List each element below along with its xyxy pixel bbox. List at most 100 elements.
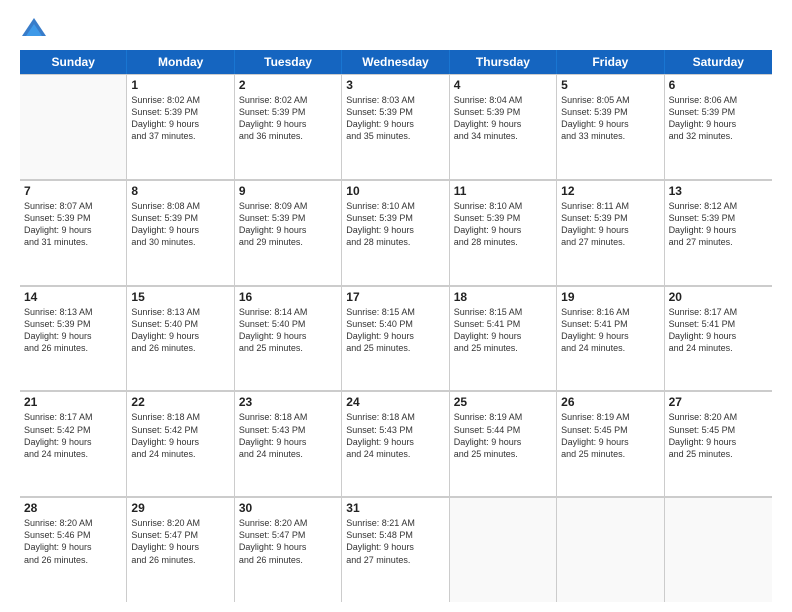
header-day-monday: Monday bbox=[127, 50, 234, 74]
cal-cell: 23Sunrise: 8:18 AM Sunset: 5:43 PM Dayli… bbox=[235, 391, 342, 496]
header-day-tuesday: Tuesday bbox=[235, 50, 342, 74]
cell-info: Sunrise: 8:09 AM Sunset: 5:39 PM Dayligh… bbox=[239, 200, 337, 249]
cell-info: Sunrise: 8:19 AM Sunset: 5:44 PM Dayligh… bbox=[454, 411, 552, 460]
day-number: 6 bbox=[669, 78, 768, 92]
day-number: 23 bbox=[239, 395, 337, 409]
cell-info: Sunrise: 8:07 AM Sunset: 5:39 PM Dayligh… bbox=[24, 200, 122, 249]
cal-cell: 25 Sunrise: 8:19 AM Sunset: 5:44 PM Dayli… bbox=[450, 391, 557, 496]
cell-info: Sunrise: 8:14 AM Sunset: 5:40 PM Dayligh… bbox=[239, 306, 337, 355]
cell-info: Sunrise: 8:05 AM Sunset: 5:39 PM Dayligh… bbox=[561, 94, 659, 143]
cal-cell: 11 Sunrise: 8:10 AM Sunset: 5:39 PM Dayli… bbox=[450, 180, 557, 285]
cell-info: Sunrise: 8:03 AM Sunset: 5:39 PM Dayligh… bbox=[346, 94, 444, 143]
cal-cell: 20Sunrise: 8:17 AM Sunset: 5:41 PM Dayli… bbox=[665, 286, 772, 391]
day-number: 28 bbox=[24, 501, 122, 515]
day-number: 20 bbox=[669, 290, 768, 304]
cal-cell: 1 Sunrise: 8:02 AM Sunset: 5:39 PM Daylig… bbox=[127, 74, 234, 179]
cal-cell: 7 Sunrise: 8:07 AM Sunset: 5:39 PM Daylig… bbox=[20, 180, 127, 285]
calendar-header: SundayMondayTuesdayWednesdayThursdayFrid… bbox=[20, 50, 772, 74]
day-number: 4 bbox=[454, 78, 552, 92]
day-number: 31 bbox=[346, 501, 444, 515]
cal-cell: 14Sunrise: 8:13 AM Sunset: 5:39 PM Dayli… bbox=[20, 286, 127, 391]
cal-cell: 26Sunrise: 8:19 AM Sunset: 5:45 PM Dayli… bbox=[557, 391, 664, 496]
cell-info: Sunrise: 8:20 AM Sunset: 5:47 PM Dayligh… bbox=[131, 517, 229, 566]
cal-cell: 19Sunrise: 8:16 AM Sunset: 5:41 PM Dayli… bbox=[557, 286, 664, 391]
week-row-1: 1 Sunrise: 8:02 AM Sunset: 5:39 PM Daylig… bbox=[20, 74, 772, 180]
day-number: 18 bbox=[454, 290, 552, 304]
cell-info: Sunrise: 8:21 AM Sunset: 5:48 PM Dayligh… bbox=[346, 517, 444, 566]
week-row-3: 14Sunrise: 8:13 AM Sunset: 5:39 PM Dayli… bbox=[20, 286, 772, 392]
header-day-sunday: Sunday bbox=[20, 50, 127, 74]
cal-cell: 27Sunrise: 8:20 AM Sunset: 5:45 PM Dayli… bbox=[665, 391, 772, 496]
cal-cell bbox=[450, 497, 557, 602]
header-day-wednesday: Wednesday bbox=[342, 50, 449, 74]
cell-info: Sunrise: 8:02 AM Sunset: 5:39 PM Dayligh… bbox=[239, 94, 337, 143]
cell-info: Sunrise: 8:08 AM Sunset: 5:39 PM Dayligh… bbox=[131, 200, 229, 249]
cell-info: Sunrise: 8:19 AM Sunset: 5:45 PM Dayligh… bbox=[561, 411, 659, 460]
header-day-saturday: Saturday bbox=[665, 50, 772, 74]
cal-cell: 8 Sunrise: 8:08 AM Sunset: 5:39 PM Daylig… bbox=[127, 180, 234, 285]
cal-cell bbox=[20, 74, 127, 179]
cell-info: Sunrise: 8:15 AM Sunset: 5:40 PM Dayligh… bbox=[346, 306, 444, 355]
cal-cell: 21 Sunrise: 8:17 AM Sunset: 5:42 PM Dayli… bbox=[20, 391, 127, 496]
cal-cell: 29 Sunrise: 8:20 AM Sunset: 5:47 PM Dayli… bbox=[127, 497, 234, 602]
header-day-friday: Friday bbox=[557, 50, 664, 74]
day-number: 21 bbox=[24, 395, 122, 409]
cal-cell: 10 Sunrise: 8:10 AM Sunset: 5:39 PM Dayli… bbox=[342, 180, 449, 285]
page: SundayMondayTuesdayWednesdayThursdayFrid… bbox=[0, 0, 792, 612]
cell-info: Sunrise: 8:20 AM Sunset: 5:46 PM Dayligh… bbox=[24, 517, 122, 566]
day-number: 30 bbox=[239, 501, 337, 515]
cal-cell: 13 Sunrise: 8:12 AM Sunset: 5:39 PM Dayli… bbox=[665, 180, 772, 285]
day-number: 25 bbox=[454, 395, 552, 409]
cal-cell: 9 Sunrise: 8:09 AM Sunset: 5:39 PM Daylig… bbox=[235, 180, 342, 285]
cell-info: Sunrise: 8:17 AM Sunset: 5:42 PM Dayligh… bbox=[24, 411, 122, 460]
cal-cell: 5 Sunrise: 8:05 AM Sunset: 5:39 PM Daylig… bbox=[557, 74, 664, 179]
cell-info: Sunrise: 8:13 AM Sunset: 5:40 PM Dayligh… bbox=[131, 306, 229, 355]
calendar-body: 1 Sunrise: 8:02 AM Sunset: 5:39 PM Daylig… bbox=[20, 74, 772, 602]
cell-info: Sunrise: 8:10 AM Sunset: 5:39 PM Dayligh… bbox=[454, 200, 552, 249]
cal-cell: 31 Sunrise: 8:21 AM Sunset: 5:48 PM Dayli… bbox=[342, 497, 449, 602]
cal-cell bbox=[557, 497, 664, 602]
cell-info: Sunrise: 8:20 AM Sunset: 5:47 PM Dayligh… bbox=[239, 517, 337, 566]
cell-info: Sunrise: 8:12 AM Sunset: 5:39 PM Dayligh… bbox=[669, 200, 768, 249]
day-number: 5 bbox=[561, 78, 659, 92]
calendar: SundayMondayTuesdayWednesdayThursdayFrid… bbox=[20, 50, 772, 602]
cell-info: Sunrise: 8:18 AM Sunset: 5:42 PM Dayligh… bbox=[131, 411, 229, 460]
day-number: 11 bbox=[454, 184, 552, 198]
cal-cell: 30 Sunrise: 8:20 AM Sunset: 5:47 PM Dayli… bbox=[235, 497, 342, 602]
day-number: 24 bbox=[346, 395, 444, 409]
day-number: 3 bbox=[346, 78, 444, 92]
week-row-4: 21 Sunrise: 8:17 AM Sunset: 5:42 PM Dayli… bbox=[20, 391, 772, 497]
day-number: 2 bbox=[239, 78, 337, 92]
cal-cell: 22 Sunrise: 8:18 AM Sunset: 5:42 PM Dayli… bbox=[127, 391, 234, 496]
day-number: 29 bbox=[131, 501, 229, 515]
logo-icon bbox=[20, 16, 48, 44]
day-number: 7 bbox=[24, 184, 122, 198]
cell-info: Sunrise: 8:06 AM Sunset: 5:39 PM Dayligh… bbox=[669, 94, 768, 143]
day-number: 16 bbox=[239, 290, 337, 304]
logo bbox=[20, 16, 50, 44]
day-number: 1 bbox=[131, 78, 229, 92]
day-number: 8 bbox=[131, 184, 229, 198]
cell-info: Sunrise: 8:20 AM Sunset: 5:45 PM Dayligh… bbox=[669, 411, 768, 460]
cal-cell: 6 Sunrise: 8:06 AM Sunset: 5:39 PM Daylig… bbox=[665, 74, 772, 179]
cell-info: Sunrise: 8:11 AM Sunset: 5:39 PM Dayligh… bbox=[561, 200, 659, 249]
cal-cell: 18 Sunrise: 8:15 AM Sunset: 5:41 PM Dayli… bbox=[450, 286, 557, 391]
cal-cell: 24 Sunrise: 8:18 AM Sunset: 5:43 PM Dayli… bbox=[342, 391, 449, 496]
day-number: 13 bbox=[669, 184, 768, 198]
day-number: 10 bbox=[346, 184, 444, 198]
day-number: 19 bbox=[561, 290, 659, 304]
day-number: 15 bbox=[131, 290, 229, 304]
cell-info: Sunrise: 8:02 AM Sunset: 5:39 PM Dayligh… bbox=[131, 94, 229, 143]
cal-cell: 4Sunrise: 8:04 AM Sunset: 5:39 PM Daylig… bbox=[450, 74, 557, 179]
cal-cell: 2 Sunrise: 8:02 AM Sunset: 5:39 PM Daylig… bbox=[235, 74, 342, 179]
cell-info: Sunrise: 8:15 AM Sunset: 5:41 PM Dayligh… bbox=[454, 306, 552, 355]
cell-info: Sunrise: 8:18 AM Sunset: 5:43 PM Dayligh… bbox=[346, 411, 444, 460]
day-number: 22 bbox=[131, 395, 229, 409]
cal-cell: 17Sunrise: 8:15 AM Sunset: 5:40 PM Dayli… bbox=[342, 286, 449, 391]
cal-cell: 12Sunrise: 8:11 AM Sunset: 5:39 PM Dayli… bbox=[557, 180, 664, 285]
header-day-thursday: Thursday bbox=[450, 50, 557, 74]
day-number: 9 bbox=[239, 184, 337, 198]
cell-info: Sunrise: 8:10 AM Sunset: 5:39 PM Dayligh… bbox=[346, 200, 444, 249]
cal-cell: 16 Sunrise: 8:14 AM Sunset: 5:40 PM Dayli… bbox=[235, 286, 342, 391]
day-number: 14 bbox=[24, 290, 122, 304]
